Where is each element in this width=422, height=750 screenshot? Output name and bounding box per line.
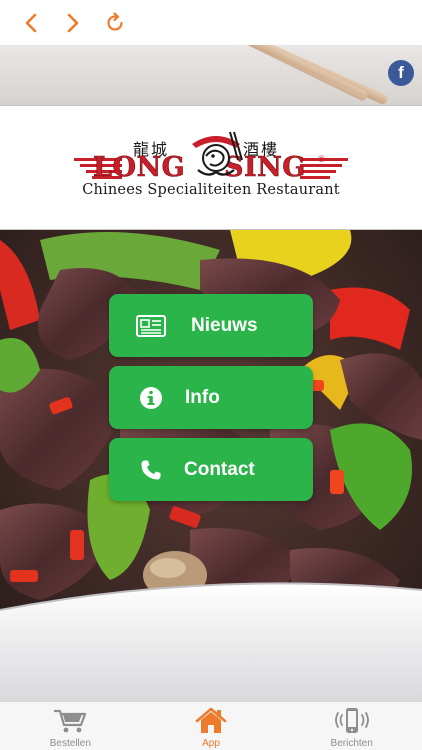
- browser-toolbar: [0, 0, 422, 45]
- contact-label: Contact: [184, 458, 255, 480]
- restaurant-logo: 龍城 酒樓 LONG SING ® Chinees Specialiteiten…: [0, 106, 422, 230]
- facebook-icon: f: [398, 63, 404, 82]
- registered-mark: ®: [318, 154, 325, 164]
- newspaper-icon: [121, 294, 181, 357]
- bottom-tab-bar: Bestellen App Berichten: [0, 701, 422, 750]
- nieuws-button[interactable]: Nieuws: [109, 294, 313, 357]
- forward-button[interactable]: [58, 8, 88, 38]
- home-icon: [195, 706, 227, 736]
- tab-bestellen-label: Bestellen: [49, 738, 91, 749]
- nieuws-label: Nieuws: [191, 314, 258, 336]
- logo-word-long: LONG: [93, 152, 186, 184]
- contact-button[interactable]: Contact: [109, 438, 313, 501]
- chopstick-image: [229, 45, 370, 103]
- back-button[interactable]: [16, 8, 46, 38]
- info-button[interactable]: Info: [109, 366, 313, 429]
- logo-tagline: Chinees Specialiteiten Restaurant: [82, 182, 340, 198]
- tab-app[interactable]: App: [141, 702, 282, 750]
- info-icon: [121, 366, 181, 429]
- tab-berichten[interactable]: Berichten: [281, 702, 422, 750]
- chevron-left-icon: [25, 13, 37, 32]
- tab-bestellen[interactable]: Bestellen: [0, 702, 141, 750]
- facebook-button[interactable]: f: [388, 60, 414, 86]
- header-banner: f: [0, 45, 422, 106]
- reload-icon: [107, 11, 123, 31]
- phone-icon: [121, 438, 181, 501]
- info-label: Info: [185, 386, 220, 408]
- reload-button[interactable]: [100, 8, 130, 38]
- phone-vibrate-icon: [334, 706, 370, 736]
- chevron-right-icon: [67, 13, 79, 32]
- tab-app-label: App: [202, 738, 220, 749]
- tab-berichten-label: Berichten: [330, 738, 373, 749]
- cart-icon: [53, 706, 87, 736]
- dragon-emblem-icon: [192, 131, 243, 176]
